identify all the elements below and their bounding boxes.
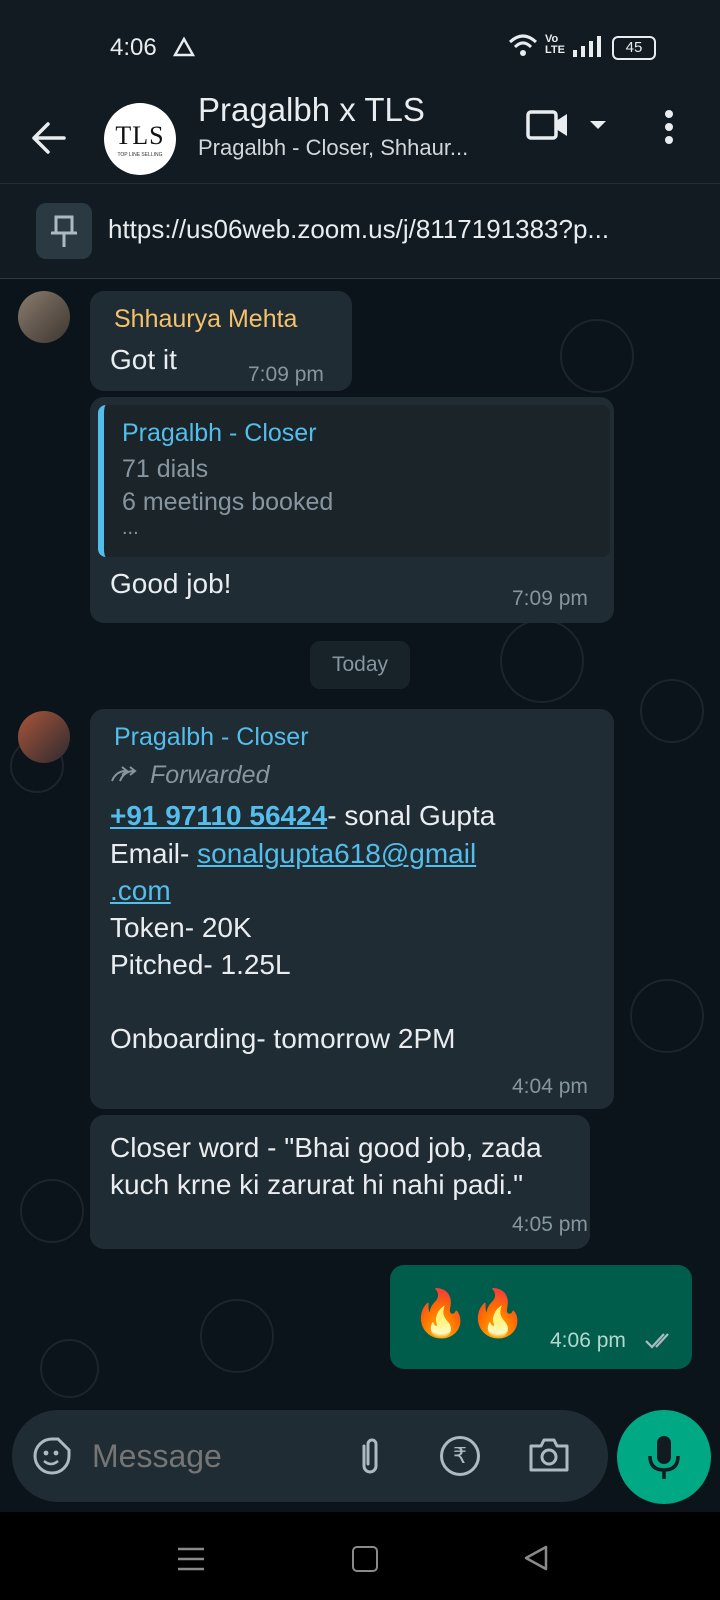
forwarded-label: Forwarded [150,761,270,789]
message-time: 4:06 pm [550,1329,626,1352]
chat-area[interactable]: Shhaurya Mehta Got it 7:09 pm Pragalbh -… [0,279,720,1509]
quoted-message[interactable]: Pragalbh - Closer 71 dials 6 meetings bo… [98,405,610,557]
read-receipt-icon [645,1333,669,1349]
wallpaper-doodle [560,319,634,393]
message-time: 7:09 pm [512,587,588,610]
sender-name[interactable]: Pragalbh - Closer [114,723,309,752]
message-bubble[interactable]: Shhaurya Mehta Got it 7:09 pm [90,291,352,391]
back-nav-icon[interactable] [522,1544,550,1572]
message-input[interactable] [90,1430,334,1482]
wallpaper-doodle [630,979,704,1053]
date-divider: Today [310,641,410,689]
message-bubble[interactable]: Pragalbh - Closer 71 dials 6 meetings bo… [90,397,614,623]
recents-icon[interactable] [176,1546,206,1572]
quote-line: 6 meetings booked [122,488,334,516]
message-text: Pitched- 1.25L [110,949,291,980]
back-arrow-icon[interactable] [30,121,66,155]
sender-name[interactable]: Shhaurya Mehta [114,305,297,334]
chevron-down-icon[interactable] [588,119,608,131]
message-bubble[interactable]: Pragalbh - Closer Forwarded +91 97110 56… [90,709,614,1109]
more-options-icon[interactable] [664,109,674,145]
wallpaper-doodle [200,1299,274,1373]
wallpaper-doodle [500,619,584,703]
group-avatar[interactable]: TLS TOP LINE SELLING [104,103,176,175]
message-text: kuch krne ki zarurat hi nahi padi." [110,1169,524,1200]
status-bar: 4:06 Vo LTE 45 [0,0,720,95]
home-icon[interactable] [352,1546,378,1572]
system-navigation-bar [0,1512,720,1600]
pinned-link-text[interactable]: https://us06web.zoom.us/j/8117191383?p..… [108,214,609,245]
wallpaper-doodle [640,679,704,743]
payment-icon[interactable]: ₹ [440,1436,480,1476]
wallpaper-doodle [20,1179,84,1243]
pin-icon [36,203,92,259]
status-time: 4:06 [110,34,157,61]
microphone-icon [648,1436,680,1479]
email-line: Email- sonalgupta618@gmail [110,838,477,869]
forwarded-icon [111,766,137,782]
attach-icon[interactable] [356,1436,384,1478]
signal-icon [573,36,601,57]
navigation-status-icon [172,36,196,57]
avatar[interactable] [18,291,70,343]
avatar[interactable] [18,711,70,763]
wifi-icon [508,34,538,56]
chat-title[interactable]: Pragalbh x TLS [198,91,425,129]
message-text: Got it [110,344,177,375]
message-text: Good job! [110,568,232,599]
sticker-icon[interactable] [32,1436,72,1476]
chat-header: TLS TOP LINE SELLING Pragalbh x TLS Prag… [0,91,720,183]
email-link-continued[interactable]: .com [110,872,171,909]
quote-line: 71 dials [122,455,209,483]
emoji-text: 🔥🔥 [412,1287,527,1339]
quote-sender: Pragalbh - Closer [122,419,317,447]
battery-icon: 45 [612,36,656,60]
message-composer[interactable]: ₹ [12,1410,608,1502]
message-time: 4:05 pm [512,1213,588,1236]
volte-label: Vo LTE [545,33,565,56]
video-call-icon[interactable] [526,109,570,141]
wallpaper-doodle [40,1339,99,1398]
message-time: 7:09 pm [248,363,324,386]
outgoing-message-bubble[interactable]: 🔥🔥 4:06 pm [390,1265,692,1369]
message-text: Token- 20K [110,912,252,943]
chat-subtitle[interactable]: Pragalbh - Closer, Shhaur... [198,134,468,162]
message-time: 4:04 pm [512,1075,588,1098]
message-text: Onboarding- tomorrow 2PM [110,1023,456,1054]
message-bubble[interactable]: Closer word - "Bhai good job, zada kuch … [90,1115,590,1249]
message-text: Closer word - "Bhai good job, zada [110,1132,542,1163]
camera-icon[interactable] [528,1436,570,1474]
pinned-message-bar[interactable]: https://us06web.zoom.us/j/8117191383?p..… [0,184,720,279]
voice-message-button[interactable] [617,1410,711,1504]
quote-line: ... [122,517,139,539]
contact-line: +91 97110 56424- sonal Gupta [110,800,496,831]
phone-link[interactable]: +91 97110 56424 [110,800,327,831]
email-link[interactable]: sonalgupta618@gmail [197,838,476,869]
